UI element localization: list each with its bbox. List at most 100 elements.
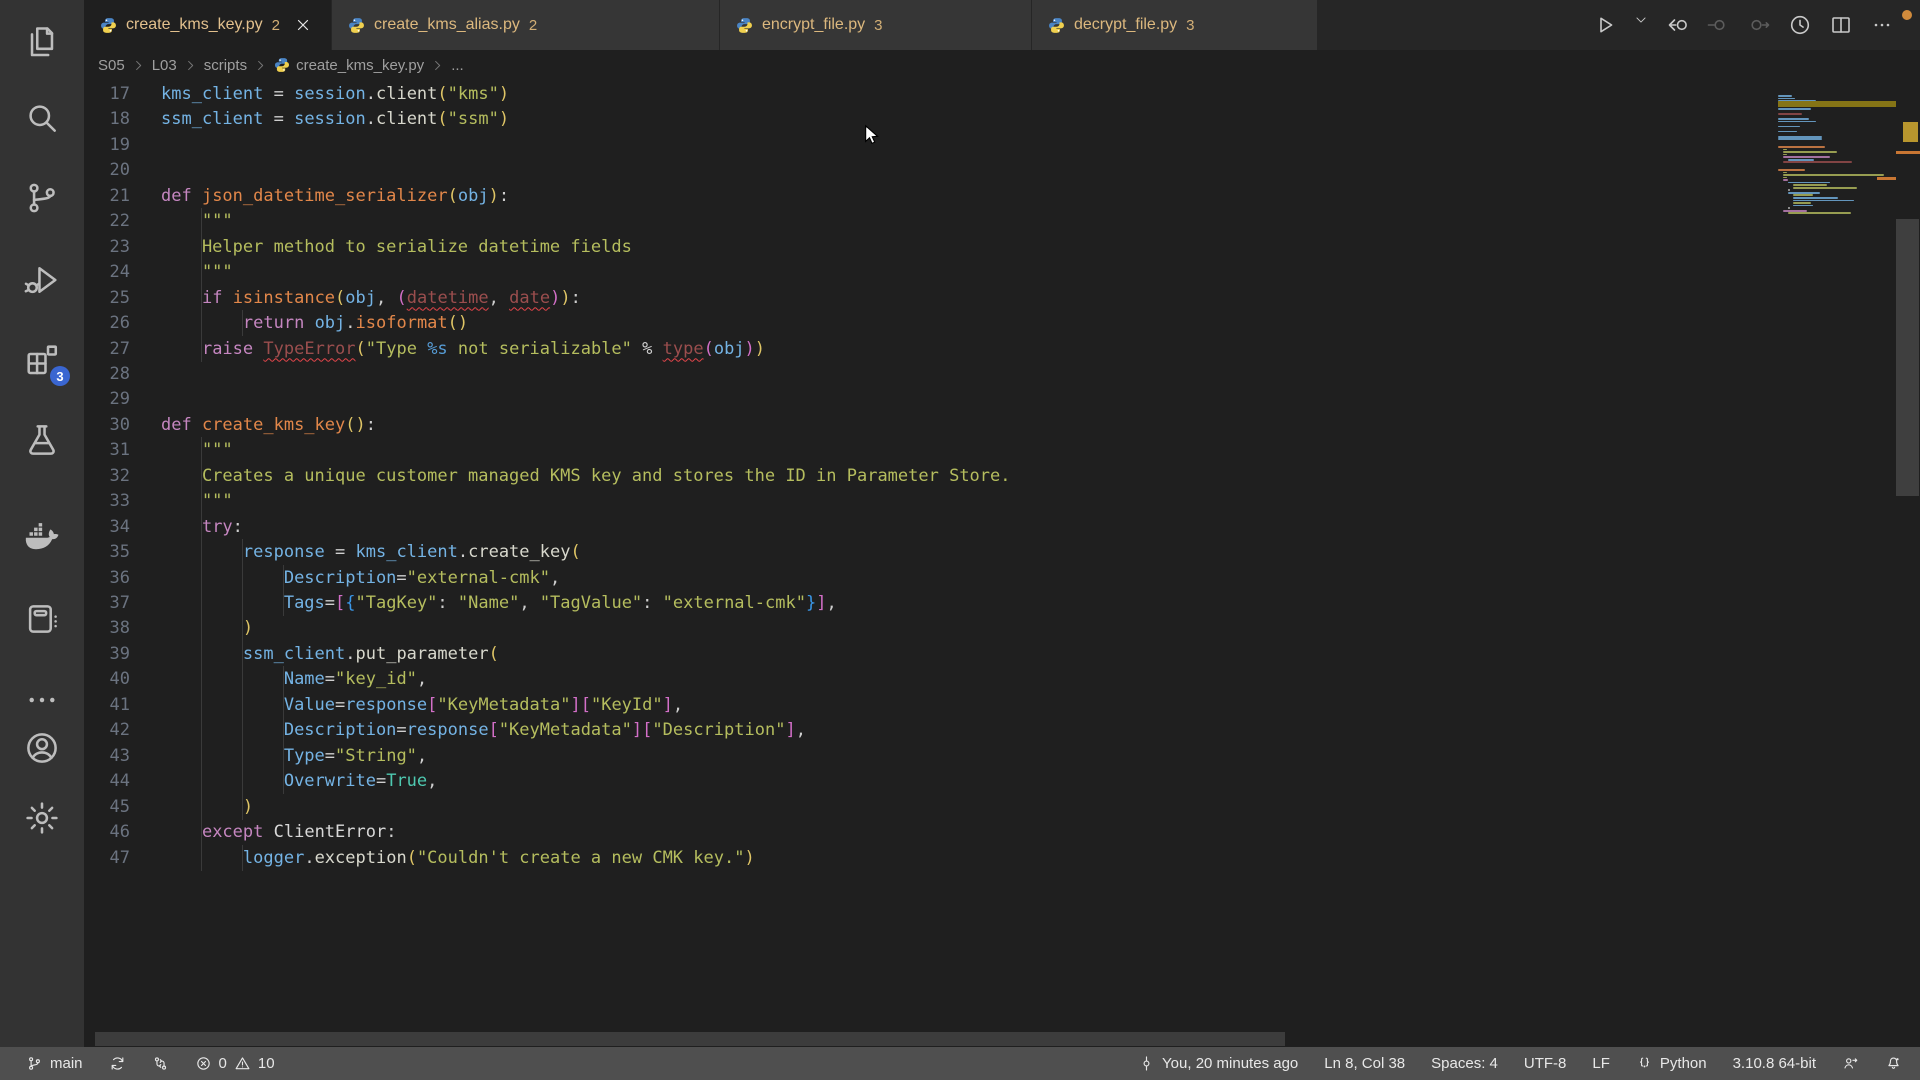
line-number[interactable]: 40 — [84, 666, 130, 692]
close-icon[interactable] — [294, 16, 312, 34]
line-number[interactable]: 33 — [84, 488, 130, 514]
code-line-40[interactable]: 40 Name="key_id", — [84, 666, 1920, 692]
activity-bar-item-settings[interactable] — [0, 786, 84, 850]
code-line-18[interactable]: 18ssm_client = session.client("ssm") — [84, 106, 1920, 132]
breadcrumb-file[interactable]: create_kms_key.py — [274, 57, 424, 74]
code-line-21[interactable]: 21def json_datetime_serializer(obj): — [84, 183, 1920, 209]
code-line-29[interactable]: 29 — [84, 386, 1920, 412]
run-icon[interactable] — [1593, 13, 1617, 37]
code-line-35[interactable]: 35 response = kms_client.create_key( — [84, 539, 1920, 565]
code-line-17[interactable]: 17kms_client = session.client("kms") — [84, 81, 1920, 107]
chevron-down-icon[interactable] — [1634, 13, 1648, 37]
sync-changes[interactable] — [109, 1047, 126, 1080]
more-horizontal-icon[interactable] — [1870, 13, 1894, 37]
activity-bar-item-notebook[interactable] — [0, 587, 84, 651]
line-number[interactable]: 22 — [84, 208, 130, 234]
line-number[interactable]: 37 — [84, 590, 130, 616]
indentation[interactable]: Spaces: 4 — [1431, 1047, 1498, 1080]
line-number[interactable]: 31 — [84, 437, 130, 463]
code-editor[interactable]: 17kms_client = session.client("kms")18ss… — [84, 80, 1920, 1047]
code-line-19[interactable]: 19 — [84, 132, 1920, 158]
breadcrumb-item-scripts[interactable]: scripts — [204, 57, 247, 74]
blame-annotation[interactable]: You, 20 minutes ago — [1138, 1047, 1298, 1080]
code-line-34[interactable]: 34 try: — [84, 514, 1920, 540]
tab-create_kms_key.py[interactable]: create_kms_key.py2 — [84, 0, 332, 50]
vertical-scrollbar[interactable] — [1896, 219, 1919, 496]
line-number[interactable]: 29 — [84, 386, 130, 412]
line-number[interactable]: 38 — [84, 615, 130, 641]
line-number[interactable]: 23 — [84, 234, 130, 260]
branch-indicator[interactable]: main — [26, 1047, 83, 1080]
code-line-20[interactable]: 20 — [84, 157, 1920, 183]
problems-indicator[interactable]: 010 — [195, 1047, 275, 1080]
code-line-45[interactable]: 45 ) — [84, 794, 1920, 820]
code-line-47[interactable]: 47 logger.exception("Couldn't create a n… — [84, 845, 1920, 871]
line-number[interactable]: 17 — [84, 81, 130, 107]
activity-bar-item-extensions[interactable]: 3 — [0, 328, 84, 392]
compare-changes[interactable] — [152, 1047, 169, 1080]
code-line-37[interactable]: 37 Tags=[{"TagKey": "Name", "TagValue": … — [84, 590, 1920, 616]
line-number[interactable]: 42 — [84, 717, 130, 743]
code-line-31[interactable]: 31 """ — [84, 437, 1920, 463]
line-number[interactable]: 26 — [84, 310, 130, 336]
code-line-24[interactable]: 24 """ — [84, 259, 1920, 285]
code-line-46[interactable]: 46 except ClientError: — [84, 819, 1920, 845]
code-line-30[interactable]: 30def create_kms_key(): — [84, 412, 1920, 438]
line-number[interactable]: 36 — [84, 565, 130, 591]
split-editor-icon[interactable] — [1829, 13, 1853, 37]
line-number[interactable]: 41 — [84, 692, 130, 718]
line-number[interactable]: 27 — [84, 336, 130, 362]
encoding[interactable]: UTF-8 — [1524, 1047, 1567, 1080]
activity-bar-item-explorer[interactable] — [0, 10, 84, 74]
line-number[interactable]: 20 — [84, 157, 130, 183]
line-number[interactable]: 28 — [84, 361, 130, 387]
line-number[interactable]: 47 — [84, 845, 130, 871]
line-number[interactable]: 46 — [84, 819, 130, 845]
code-line-33[interactable]: 33 """ — [84, 488, 1920, 514]
prev-change-icon[interactable] — [1665, 13, 1689, 37]
activity-bar-item-account[interactable] — [0, 716, 84, 780]
code-line-25[interactable]: 25 if isinstance(obj, (datetime, date)): — [84, 285, 1920, 311]
eol-sequence[interactable]: LF — [1592, 1047, 1610, 1080]
minimap[interactable] — [1778, 95, 1896, 355]
horizontal-scrollbar[interactable] — [95, 1032, 1285, 1046]
line-number[interactable]: 39 — [84, 641, 130, 667]
breadcrumb-overflow[interactable]: ... — [451, 57, 464, 74]
line-number[interactable]: 19 — [84, 132, 130, 158]
code-line-26[interactable]: 26 return obj.isoformat() — [84, 310, 1920, 336]
line-number[interactable]: 25 — [84, 285, 130, 311]
breadcrumb-item-L03[interactable]: L03 — [152, 57, 177, 74]
code-line-32[interactable]: 32 Creates a unique customer managed KMS… — [84, 463, 1920, 489]
code-line-41[interactable]: 41 Value=response["KeyMetadata"]["KeyId"… — [84, 692, 1920, 718]
line-number[interactable]: 45 — [84, 794, 130, 820]
cursor-position[interactable]: Ln 8, Col 38 — [1324, 1047, 1405, 1080]
line-number[interactable]: 30 — [84, 412, 130, 438]
line-number[interactable]: 24 — [84, 259, 130, 285]
language-mode[interactable]: Python — [1636, 1047, 1707, 1080]
line-number[interactable]: 32 — [84, 463, 130, 489]
code-line-42[interactable]: 42 Description=response["KeyMetadata"]["… — [84, 717, 1920, 743]
line-number[interactable]: 43 — [84, 743, 130, 769]
line-number[interactable]: 34 — [84, 514, 130, 540]
activity-bar-item-run-debug[interactable] — [0, 248, 84, 312]
code-line-27[interactable]: 27 raise TypeError("Type %s not serializ… — [84, 336, 1920, 362]
notifications[interactable] — [1885, 1047, 1902, 1080]
activity-bar-item-docker[interactable] — [0, 505, 84, 569]
line-number[interactable]: 18 — [84, 106, 130, 132]
tab-create_kms_alias.py[interactable]: create_kms_alias.py2 — [332, 0, 720, 50]
python-interpreter[interactable]: 3.10.8 64-bit — [1733, 1047, 1816, 1080]
code-line-22[interactable]: 22 """ — [84, 208, 1920, 234]
tab-encrypt_file.py[interactable]: encrypt_file.py3 — [720, 0, 1032, 50]
line-number[interactable]: 21 — [84, 183, 130, 209]
code-line-43[interactable]: 43 Type="String", — [84, 743, 1920, 769]
code-line-44[interactable]: 44 Overwrite=True, — [84, 768, 1920, 794]
code-line-39[interactable]: 39 ssm_client.put_parameter( — [84, 641, 1920, 667]
breadcrumb-item-S05[interactable]: S05 — [98, 57, 125, 74]
code-line-23[interactable]: 23 Helper method to serialize datetime f… — [84, 234, 1920, 260]
line-number[interactable]: 44 — [84, 768, 130, 794]
tab-decrypt_file.py[interactable]: decrypt_file.py3 — [1032, 0, 1318, 50]
code-line-36[interactable]: 36 Description="external-cmk", — [84, 565, 1920, 591]
code-line-38[interactable]: 38 ) — [84, 615, 1920, 641]
feedback[interactable] — [1842, 1047, 1859, 1080]
activity-bar-item-source-control[interactable] — [0, 166, 84, 230]
